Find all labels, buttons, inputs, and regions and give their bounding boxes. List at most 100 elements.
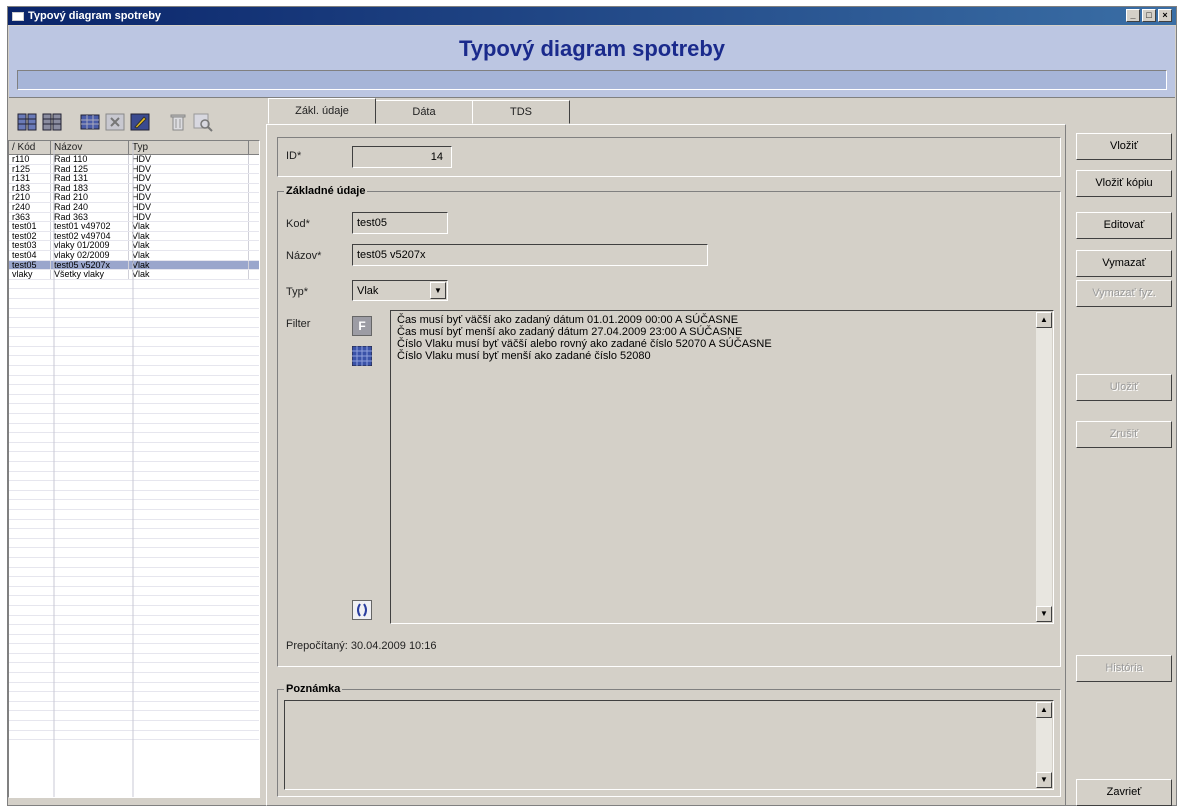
edit-icon[interactable] — [129, 110, 151, 134]
filter-lines: Čas musí byť väčší ako zadaný dátum 01.0… — [397, 314, 1047, 362]
empty-row — [9, 606, 259, 616]
tab-page: ID* 14 Základné údaje Kod* test05 Názov*… — [266, 124, 1066, 806]
history-button[interactable]: História — [1076, 655, 1172, 682]
empty-row — [9, 443, 259, 453]
grid-cell-name: Rad 363 — [51, 212, 129, 222]
empty-row — [9, 721, 259, 731]
empty-row — [9, 539, 259, 549]
table-row[interactable]: r183 Rad 183 HDV — [9, 183, 259, 194]
table-row[interactable]: test03 vlaky 01/2009 Vlak — [9, 241, 259, 251]
insert-copy-button[interactable]: Vložiť kópiu — [1076, 170, 1172, 197]
grid-cell-name: test01 v49702 — [51, 222, 129, 231]
empty-row — [9, 683, 259, 693]
empty-row — [9, 702, 259, 712]
column-header-code[interactable]: / Kód — [9, 141, 51, 154]
id-group: ID* 14 — [277, 137, 1061, 177]
close-button[interactable]: × — [1158, 9, 1172, 22]
tab-basic[interactable]: Zákl. údaje — [268, 98, 376, 124]
note-textarea[interactable]: ▲ ▼ — [284, 700, 1054, 790]
column-header-name[interactable]: Názov — [51, 141, 129, 154]
grid-cell-name: Rad 131 — [51, 174, 129, 183]
tab-tds[interactable]: TDS — [472, 100, 570, 124]
grid-cell-type: HDV — [129, 164, 249, 174]
type-select[interactable]: Vlak ▼ — [352, 280, 448, 301]
empty-row — [9, 500, 259, 510]
app-icon — [12, 11, 24, 21]
name-label: Názov* — [286, 250, 322, 262]
grid-view-1-icon[interactable] — [16, 110, 38, 134]
close-form-button[interactable]: Zavrieť — [1076, 779, 1172, 806]
filter-grid-icon[interactable] — [352, 346, 372, 366]
column-header-type[interactable]: Typ — [129, 141, 249, 154]
delete-physical-button[interactable]: Vymazať fyz. — [1076, 280, 1172, 307]
edit-button[interactable]: Editovať — [1076, 212, 1172, 239]
table-row[interactable]: test05 test05 v5207x Vlak — [9, 260, 259, 271]
basic-group-title: Základné údaje — [284, 185, 368, 197]
table-row[interactable]: r240 Rad 240 HDV — [9, 202, 259, 213]
table-row[interactable]: test02 test02 v49704 Vlak — [9, 231, 259, 242]
table-icon[interactable] — [79, 110, 101, 134]
filter-button[interactable]: F — [352, 316, 372, 336]
filter-scrollbar[interactable]: ▲ ▼ — [1036, 312, 1052, 622]
grid-cell-code: test01 — [9, 222, 51, 231]
chevron-down-icon[interactable]: ▼ — [430, 282, 446, 299]
filter-textarea[interactable]: Čas musí byť väčší ako zadaný dátum 01.0… — [390, 310, 1054, 624]
delete-x-icon[interactable] — [104, 110, 126, 134]
brackets-icon[interactable] — [352, 600, 372, 620]
empty-row — [9, 376, 259, 386]
minimize-button[interactable]: _ — [1126, 9, 1140, 22]
table-row[interactable]: r131 Rad 131 HDV — [9, 174, 259, 184]
empty-row — [9, 347, 259, 357]
filter-label: Filter — [286, 318, 311, 330]
table-row[interactable]: r363 Rad 363 HDV — [9, 212, 259, 223]
empty-row — [9, 491, 259, 501]
empty-row — [9, 635, 259, 645]
scroll-down-icon[interactable]: ▼ — [1036, 606, 1052, 622]
id-field[interactable]: 14 — [352, 146, 452, 168]
status-strip — [17, 70, 1167, 90]
scroll-up-icon[interactable]: ▲ — [1036, 702, 1052, 718]
empty-row — [9, 625, 259, 635]
note-group-title: Poznámka — [284, 683, 343, 695]
insert-button[interactable]: Vložiť — [1076, 133, 1172, 160]
name-field[interactable]: test05 v5207x — [352, 244, 708, 266]
empty-row — [9, 481, 259, 491]
table-row[interactable]: vlaky Všetky vlaky Vlak — [9, 270, 259, 280]
grid-cell-code: r125 — [9, 164, 51, 174]
cancel-button[interactable]: Zrušiť — [1076, 421, 1172, 448]
empty-row — [9, 568, 259, 578]
table-row[interactable]: r125 Rad 125 HDV — [9, 164, 259, 175]
grid-cell-type: Vlak — [129, 241, 249, 250]
code-label: Kod* — [286, 218, 310, 230]
grid-cell-name: Rad 210 — [51, 193, 129, 202]
table-row[interactable]: test01 test01 v49702 Vlak — [9, 222, 259, 232]
table-row[interactable]: r110 Rad 110 HDV — [9, 155, 259, 165]
scroll-up-icon[interactable]: ▲ — [1036, 312, 1052, 328]
window-title: Typový diagram spotreby — [28, 10, 162, 22]
trash-icon[interactable] — [167, 110, 189, 134]
empty-row — [9, 337, 259, 347]
find-icon[interactable] — [192, 110, 214, 134]
tab-data[interactable]: Dáta — [375, 100, 473, 124]
recalculated-label: Prepočítaný: 30.04.2009 10:16 — [286, 640, 436, 652]
grid-cell-type: HDV — [129, 202, 249, 212]
grid-cell-name: Rad 125 — [51, 164, 129, 174]
scroll-down-icon[interactable]: ▼ — [1036, 772, 1052, 788]
grid-view-2-icon[interactable] — [41, 110, 63, 134]
table-row[interactable]: test04 vlaky 02/2009 Vlak — [9, 250, 259, 261]
empty-row — [9, 577, 259, 587]
records-grid[interactable]: / Kód Názov Typ r110 Rad 110 HDV r125 Rad 12… — [8, 140, 260, 798]
empty-row — [9, 433, 259, 443]
note-scrollbar[interactable]: ▲ ▼ — [1036, 702, 1052, 788]
grid-cell-type: HDV — [129, 174, 249, 183]
grid-header: / Kód Názov Typ — [9, 141, 259, 155]
tab-strip: Zákl. údaje Dáta TDS — [268, 98, 570, 124]
code-field[interactable]: test05 — [352, 212, 448, 234]
maximize-button[interactable]: □ — [1142, 9, 1156, 22]
grid-cell-type: Vlak — [129, 270, 249, 279]
delete-button[interactable]: Vymazať — [1076, 250, 1172, 277]
grid-cell-code: r363 — [9, 212, 51, 222]
table-row[interactable]: r210 Rad 210 HDV — [9, 193, 259, 203]
save-button[interactable]: Uložiť — [1076, 374, 1172, 401]
empty-row — [9, 328, 259, 338]
